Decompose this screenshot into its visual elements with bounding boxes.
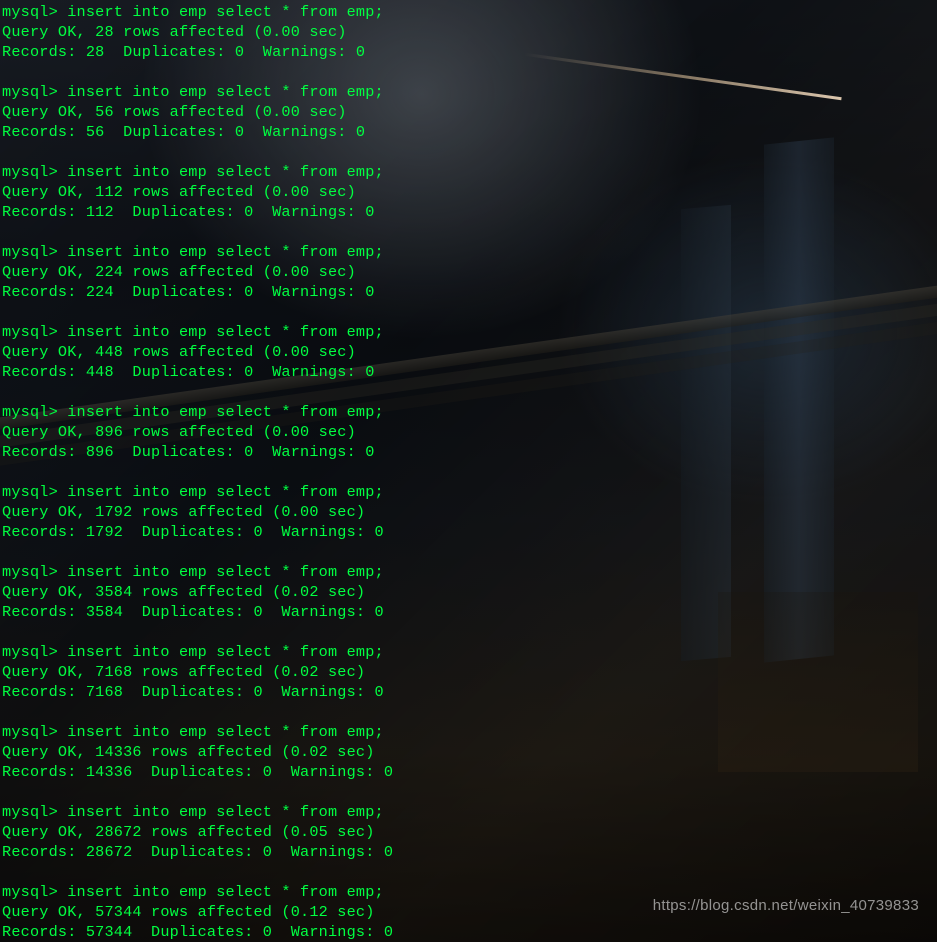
- query-result-line: Query OK, 7168 rows affected (0.02 sec): [2, 662, 937, 682]
- watermark-text: https://blog.csdn.net/weixin_40739833: [653, 897, 919, 914]
- blank-line: [2, 862, 937, 882]
- records-line: Records: 1792 Duplicates: 0 Warnings: 0: [2, 522, 937, 542]
- records-line: Records: 28 Duplicates: 0 Warnings: 0: [2, 42, 937, 62]
- command-line: mysql> insert into emp select * from emp…: [2, 402, 937, 422]
- records-line: Records: 57344 Duplicates: 0 Warnings: 0: [2, 922, 937, 942]
- query-result-line: Query OK, 28672 rows affected (0.05 sec): [2, 822, 937, 842]
- blank-line: [2, 542, 937, 562]
- command-line: mysql> insert into emp select * from emp…: [2, 562, 937, 582]
- command-line: mysql> insert into emp select * from emp…: [2, 2, 937, 22]
- command-line: mysql> insert into emp select * from emp…: [2, 322, 937, 342]
- records-line: Records: 14336 Duplicates: 0 Warnings: 0: [2, 762, 937, 782]
- records-line: Records: 28672 Duplicates: 0 Warnings: 0: [2, 842, 937, 862]
- blank-line: [2, 302, 937, 322]
- blank-line: [2, 702, 937, 722]
- blank-line: [2, 462, 937, 482]
- query-result-line: Query OK, 14336 rows affected (0.02 sec): [2, 742, 937, 762]
- records-line: Records: 112 Duplicates: 0 Warnings: 0: [2, 202, 937, 222]
- query-result-line: Query OK, 28 rows affected (0.00 sec): [2, 22, 937, 42]
- query-result-line: Query OK, 896 rows affected (0.00 sec): [2, 422, 937, 442]
- blank-line: [2, 142, 937, 162]
- blank-line: [2, 622, 937, 642]
- query-result-line: Query OK, 112 rows affected (0.00 sec): [2, 182, 937, 202]
- command-line: mysql> insert into emp select * from emp…: [2, 722, 937, 742]
- command-line: mysql> insert into emp select * from emp…: [2, 162, 937, 182]
- command-line: mysql> insert into emp select * from emp…: [2, 242, 937, 262]
- blank-line: [2, 782, 937, 802]
- query-result-line: Query OK, 224 rows affected (0.00 sec): [2, 262, 937, 282]
- records-line: Records: 896 Duplicates: 0 Warnings: 0: [2, 442, 937, 462]
- command-line: mysql> insert into emp select * from emp…: [2, 642, 937, 662]
- query-result-line: Query OK, 1792 rows affected (0.00 sec): [2, 502, 937, 522]
- query-result-line: Query OK, 56 rows affected (0.00 sec): [2, 102, 937, 122]
- command-line: mysql> insert into emp select * from emp…: [2, 82, 937, 102]
- blank-line: [2, 222, 937, 242]
- records-line: Records: 3584 Duplicates: 0 Warnings: 0: [2, 602, 937, 622]
- command-line: mysql> insert into emp select * from emp…: [2, 802, 937, 822]
- records-line: Records: 7168 Duplicates: 0 Warnings: 0: [2, 682, 937, 702]
- query-result-line: Query OK, 3584 rows affected (0.02 sec): [2, 582, 937, 602]
- blank-line: [2, 382, 937, 402]
- command-line: mysql> insert into emp select * from emp…: [2, 482, 937, 502]
- query-result-line: Query OK, 448 rows affected (0.00 sec): [2, 342, 937, 362]
- records-line: Records: 56 Duplicates: 0 Warnings: 0: [2, 122, 937, 142]
- terminal-output[interactable]: mysql> insert into emp select * from emp…: [0, 0, 937, 942]
- blank-line: [2, 62, 937, 82]
- records-line: Records: 224 Duplicates: 0 Warnings: 0: [2, 282, 937, 302]
- records-line: Records: 448 Duplicates: 0 Warnings: 0: [2, 362, 937, 382]
